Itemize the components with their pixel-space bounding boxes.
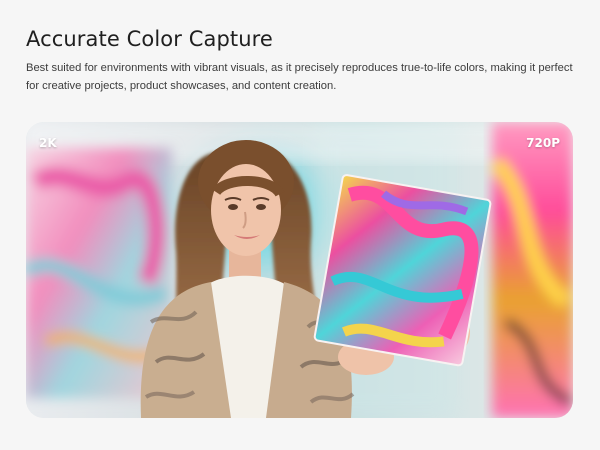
- left-resolution-label: 2K: [39, 136, 57, 150]
- page-title: Accurate Color Capture: [26, 27, 273, 51]
- right-resolution-label: 720P: [526, 136, 560, 150]
- comparison-photo: [26, 122, 573, 418]
- comparison-image: 2K 720P: [26, 122, 573, 418]
- feature-description: Best suited for environments with vibran…: [26, 62, 573, 92]
